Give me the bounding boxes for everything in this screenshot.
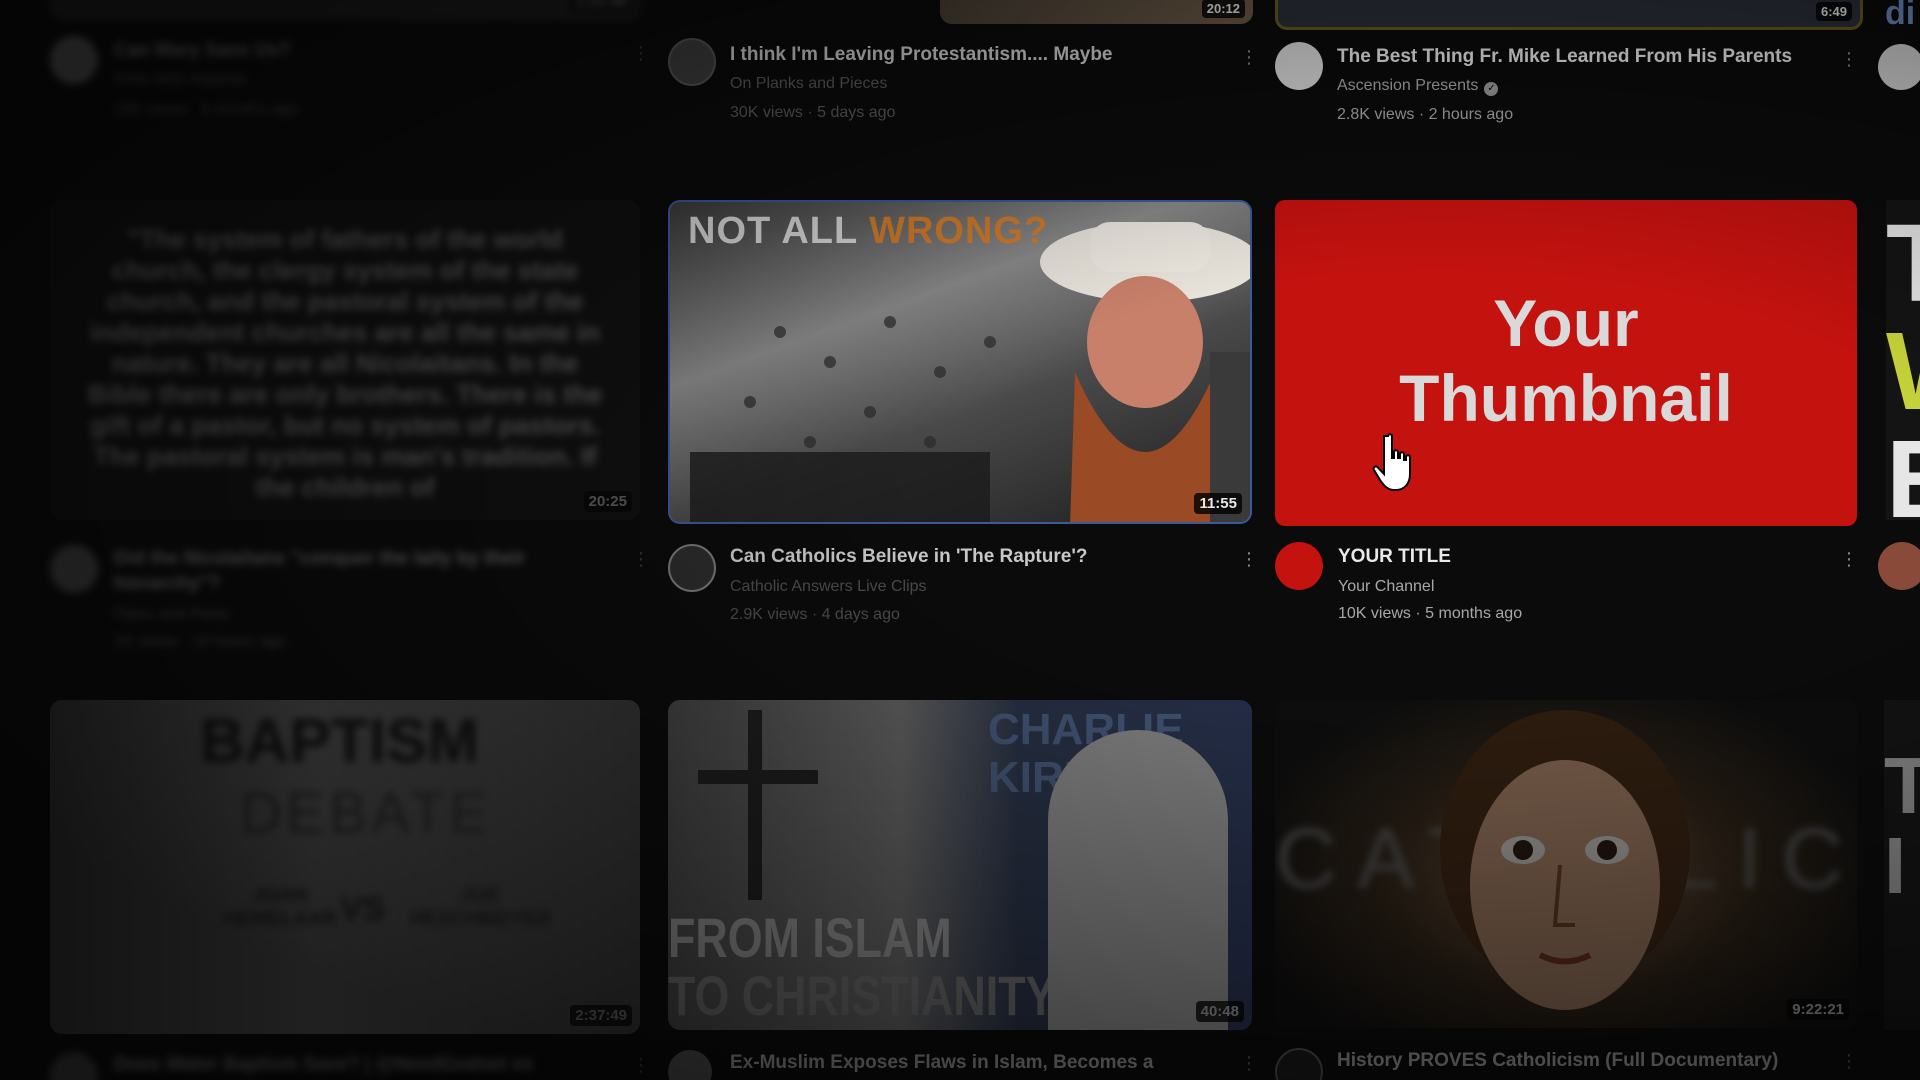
- video-title[interactable]: Ex-Muslim Exposes Flaws in Islam, Become…: [730, 1050, 1210, 1075]
- duration-badge: 40:48: [1195, 1001, 1244, 1022]
- video-title[interactable]: Did the Nicolaitans "conquer the laity b…: [114, 546, 554, 598]
- video-thumbnail[interactable]: CHARLIE KIRK FROM ISLAM TO CHRISTIANITY …: [668, 700, 1252, 1030]
- partial-thumb-letter: E: [1886, 416, 1920, 520]
- your-video-thumbnail[interactable]: Your Thumbnail: [1275, 200, 1857, 526]
- more-options-icon[interactable]: ⋮: [1840, 548, 1858, 570]
- video-meta: 2.8K views · 2 hours ago: [1337, 106, 1514, 123]
- video-card[interactable]: 1:22:49 Can Mary Save Us? Pints With Aqu…: [50, 0, 640, 140]
- video-card[interactable]: 20:12 I think I'm Leaving Protestantism.…: [668, 0, 1253, 140]
- thumbnail-top-word: BAPTISM: [200, 707, 479, 776]
- video-meta: 1K views · 10 hours ago: [114, 633, 286, 650]
- channel-name[interactable]: On Planks and Pieces: [730, 74, 887, 94]
- partial-thumb-letter: T: [1884, 741, 1920, 830]
- your-channel-name[interactable]: Your Channel: [1338, 577, 1434, 597]
- duration-badge: 20:12: [1201, 0, 1245, 18]
- partial-top-text: di: [1885, 0, 1916, 32]
- channel-name[interactable]: Ascension Presents ✓: [1337, 76, 1499, 96]
- more-options-icon[interactable]: ⋮: [1240, 46, 1258, 68]
- channel-avatar[interactable]: [50, 1052, 98, 1080]
- more-options-icon[interactable]: ⋮: [1240, 1052, 1258, 1074]
- thumbnail-person-illustration: [690, 222, 1250, 522]
- mosaic-face-illustration: [1440, 710, 1690, 1010]
- video-title[interactable]: Can Mary Save Us?: [114, 38, 594, 63]
- falling-figures-illustration: [744, 316, 996, 448]
- more-options-icon[interactable]: ⋮: [632, 42, 650, 64]
- video-title[interactable]: Can Catholics Believe in 'The Rapture'?: [730, 544, 1210, 569]
- verified-check-icon: ✓: [1484, 82, 1499, 96]
- video-thumbnail[interactable]: 20:12: [940, 0, 1253, 24]
- channel-name[interactable]: Pipes and Pews: [114, 605, 229, 625]
- duration-badge: 1:22:49: [570, 0, 632, 12]
- video-title[interactable]: The Best Thing Fr. Mike Learned From His…: [1337, 44, 1817, 69]
- more-options-icon[interactable]: ⋮: [1840, 48, 1858, 70]
- your-video-title[interactable]: YOUR TITLE: [1338, 544, 1788, 569]
- video-title[interactable]: I think I'm Leaving Protestantism.... Ma…: [730, 42, 1210, 67]
- your-video-card[interactable]: Your Thumbnail YOUR TITLE Your Channel 1…: [1275, 200, 1860, 640]
- thumbnail-left-name: JOAN HEMELAAR: [223, 885, 337, 930]
- video-card[interactable]: BAPTISM DEBATE JOAN HEMELAAR VS JOE HESC…: [50, 700, 640, 1080]
- partial-channel-avatar[interactable]: [1878, 44, 1920, 90]
- thumbnail-vs: VS: [340, 890, 386, 928]
- more-options-icon[interactable]: ⋮: [1840, 1050, 1858, 1072]
- thumbnail-line-1: FROM ISLAM: [668, 906, 952, 969]
- more-options-icon[interactable]: ⋮: [1240, 548, 1258, 570]
- video-feed-grid: 1:22:49 Can Mary Save Us? Pints With Aqu…: [0, 0, 1920, 1080]
- channel-avatar[interactable]: [50, 545, 98, 593]
- thumbnail-quote-text: "The system of fathers of the world chur…: [87, 224, 603, 502]
- thumbnail-line-2: TO CHRISTIANITY: [668, 964, 1056, 1027]
- your-video-meta: 10K views · 5 months ago: [1338, 605, 1523, 622]
- video-card[interactable]: 6:49 The Best Thing Fr. Mike Learned Fro…: [1275, 0, 1863, 140]
- duration-badge: 6:49: [1815, 2, 1852, 21]
- thumbnail-person-illustration: [1048, 730, 1228, 1030]
- video-meta: 26K views · 8 months ago: [114, 101, 299, 118]
- duration-badge: 9:22:21: [1787, 999, 1849, 1020]
- video-thumbnail[interactable]: NOT ALL WRONG? 11:55: [668, 200, 1252, 524]
- cross-icon: [698, 710, 818, 900]
- thumbnail-line-2: Thumbnail: [1399, 361, 1733, 435]
- channel-avatar[interactable]: [1275, 1048, 1323, 1080]
- video-thumbnail[interactable]: 1:22:49: [50, 0, 640, 20]
- channel-avatar[interactable]: [668, 544, 716, 592]
- video-thumbnail[interactable]: 6:49: [1275, 0, 1863, 30]
- video-title[interactable]: Does Water Baptism Save? | @NeedGodnet v…: [114, 1052, 594, 1077]
- video-thumbnail[interactable]: BAPTISM DEBATE JOAN HEMELAAR VS JOE HESC…: [50, 700, 640, 1034]
- video-thumbnail[interactable]: "The system of fathers of the world chur…: [50, 200, 640, 520]
- hand-pointer-cursor-icon: [1372, 433, 1411, 491]
- channel-avatar[interactable]: [668, 38, 716, 86]
- video-card[interactable]: NOT ALL WRONG? 11:55 Can Catholics Belie…: [668, 200, 1253, 640]
- more-options-icon[interactable]: ⋮: [632, 1054, 650, 1076]
- video-meta: 30K views · 5 days ago: [730, 104, 896, 121]
- channel-name-text: Ascension Presents: [1337, 77, 1479, 94]
- channel-avatar[interactable]: [668, 1050, 712, 1080]
- video-meta: 2.9K views · 4 days ago: [730, 606, 900, 623]
- partial-thumb-letter: I: [1884, 821, 1907, 910]
- channel-avatar[interactable]: [50, 36, 98, 84]
- partial-video-thumbnail[interactable]: T I: [1884, 700, 1920, 1030]
- partial-channel-avatar[interactable]: [1878, 542, 1920, 590]
- channel-avatar[interactable]: [1275, 42, 1323, 90]
- duration-badge: 20:25: [583, 491, 632, 512]
- thumbnail-right-name: JOE HESCHMEYER: [410, 885, 552, 930]
- thumbnail-mid-word: DEBATE: [240, 781, 492, 846]
- duration-badge: 2:37:49: [570, 1005, 632, 1026]
- partial-video-thumbnail[interactable]: T W E: [1886, 200, 1920, 520]
- video-card[interactable]: "The system of fathers of the world chur…: [50, 200, 640, 660]
- thumbnail-line-1: Your: [1493, 286, 1639, 360]
- video-card[interactable]: CHARLIE KIRK FROM ISLAM TO CHRISTIANITY …: [668, 700, 1253, 1080]
- video-thumbnail[interactable]: CATHOLIC 9:22:21: [1275, 700, 1857, 1028]
- more-options-icon[interactable]: ⋮: [632, 548, 650, 570]
- video-title[interactable]: History PROVES Catholicism (Full Documen…: [1337, 1048, 1817, 1073]
- duration-badge: 11:55: [1194, 493, 1242, 514]
- your-channel-avatar[interactable]: [1275, 542, 1323, 590]
- channel-name[interactable]: Catholic Answers Live Clips: [730, 577, 927, 597]
- video-card[interactable]: CATHOLIC 9:22:21 History PROVES Catholic…: [1275, 700, 1860, 1080]
- channel-name[interactable]: Pints With Aquinas: [114, 70, 247, 90]
